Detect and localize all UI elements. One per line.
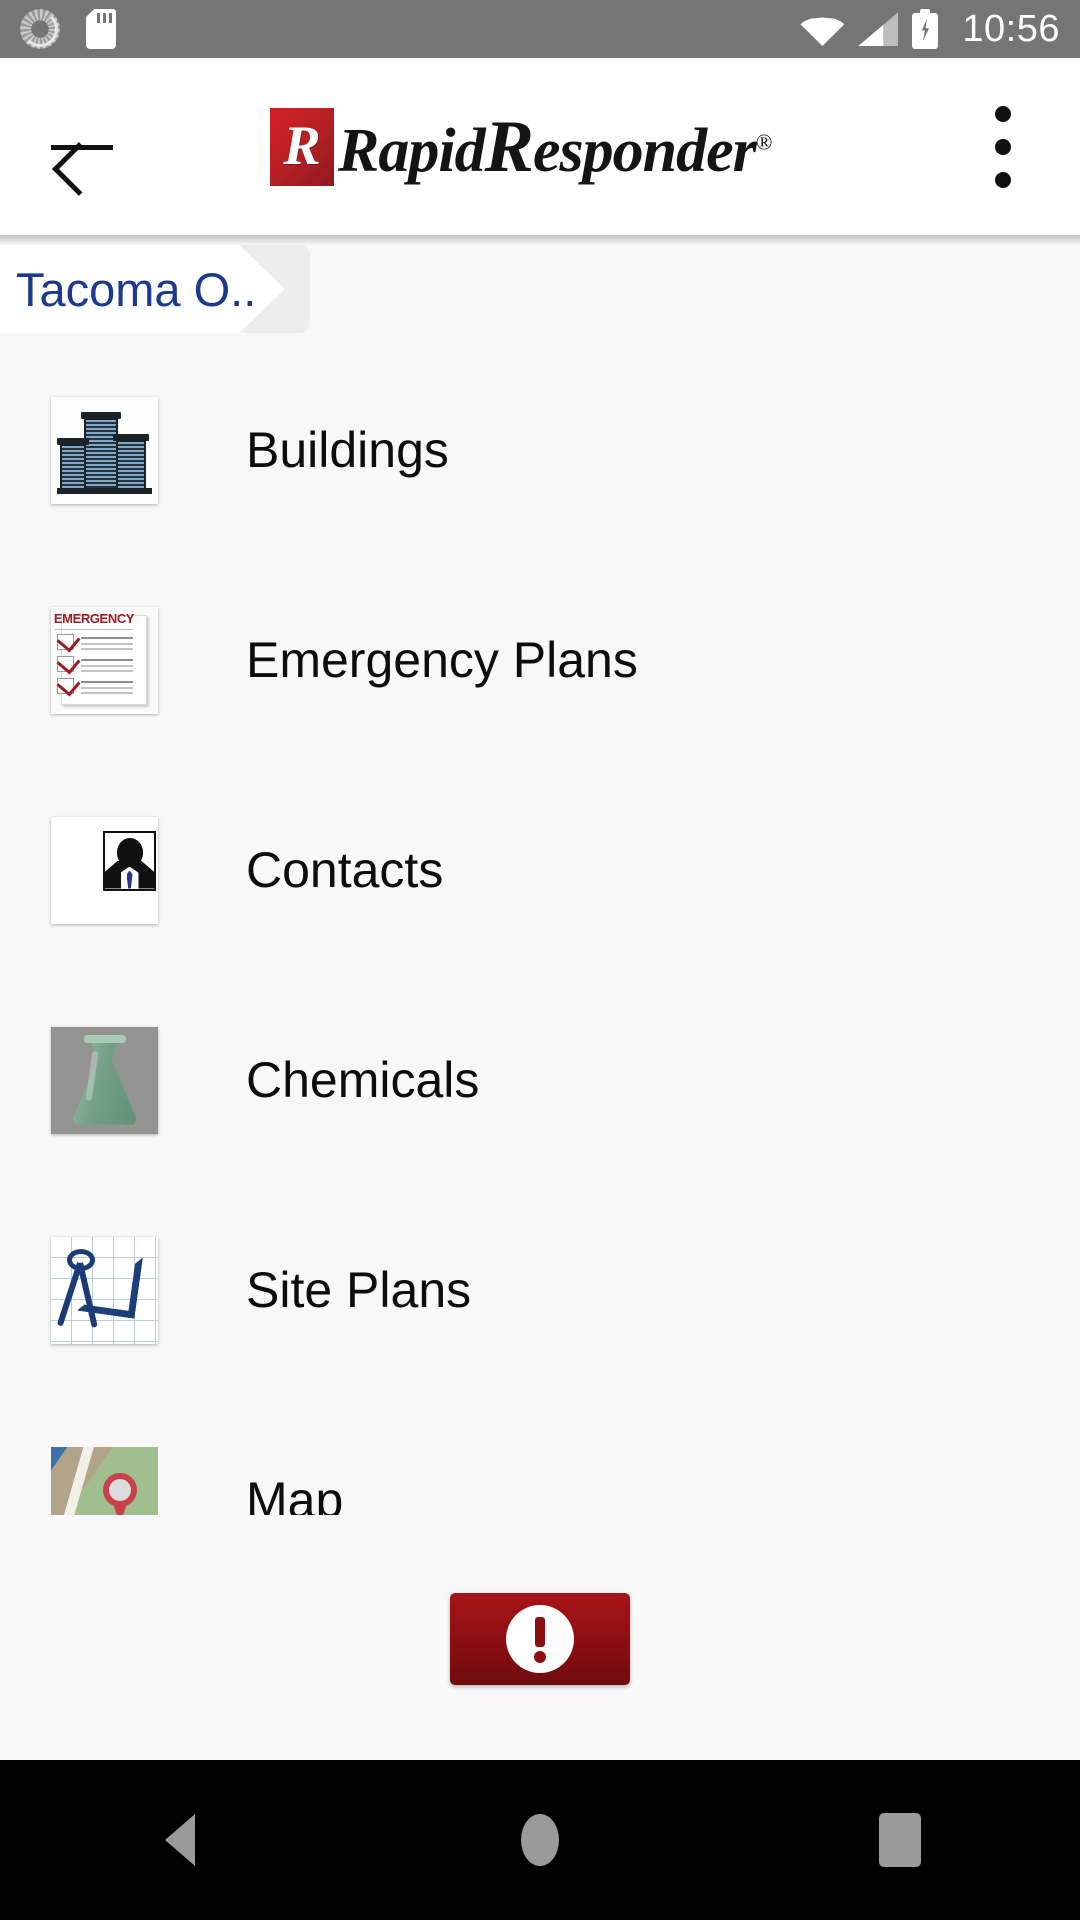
category-list[interactable]: Buildings EMERGENCY Emergency Plans Cont… [0, 345, 1080, 1515]
sync-icon [20, 9, 60, 49]
android-navigation-bar [0, 1760, 1080, 1920]
status-bar-clock: 10:56 [962, 7, 1060, 50]
overflow-menu-icon[interactable] [958, 92, 1048, 202]
nav-home-icon [521, 1814, 559, 1866]
app-logo: R RapidResponder® [270, 107, 773, 186]
contacts-icon [51, 816, 158, 924]
back-arrow-icon [51, 121, 113, 173]
back-button[interactable] [22, 87, 142, 207]
logo-word-responder-initial: R [484, 105, 534, 188]
status-bar-right-icons: 10:56 [800, 8, 1060, 51]
nav-recents-button[interactable] [825, 1760, 975, 1920]
list-item-site-plans[interactable]: Site Plans [0, 1185, 1080, 1395]
chemicals-flask-icon [51, 1026, 158, 1134]
status-bar-left-icons [20, 9, 116, 49]
nav-recents-icon [879, 1813, 921, 1867]
breadcrumb-item-tacoma[interactable]: Tacoma O.. [0, 245, 285, 333]
rapid-responder-mark-icon: R [270, 107, 334, 186]
list-item-label: Contacts [246, 842, 444, 898]
logo-word-rapid: Rapid [338, 116, 486, 185]
nav-back-button[interactable] [105, 1760, 255, 1920]
list-item-label: Map [246, 1472, 344, 1515]
cell-signal-icon [858, 12, 898, 46]
sd-card-icon [86, 9, 116, 49]
site-plans-icon [51, 1236, 158, 1344]
battery-charging-icon [912, 9, 939, 49]
status-bar: 10:56 [0, 0, 1080, 58]
footer-bar [0, 1515, 1080, 1760]
logo-mark-letter: R [283, 114, 321, 177]
registered-trademark-icon: ® [755, 128, 773, 154]
emergency-alert-button[interactable] [450, 1593, 630, 1685]
emergency-plans-icon: EMERGENCY [51, 606, 158, 714]
nav-home-button[interactable] [465, 1760, 615, 1920]
list-item-label: Buildings [246, 422, 449, 478]
breadcrumb-shell: Tacoma O.. [0, 245, 310, 333]
list-item-buildings[interactable]: Buildings [0, 345, 1080, 555]
breadcrumb: Tacoma O.. [0, 245, 1080, 333]
nav-back-icon [165, 1814, 195, 1866]
map-icon [51, 1446, 158, 1515]
exclamation-circle-icon [506, 1605, 574, 1673]
app-logo-text: RapidResponder® [338, 110, 773, 185]
wifi-icon [800, 12, 844, 46]
list-item-chemicals[interactable]: Chemicals [0, 975, 1080, 1185]
list-item-map[interactable]: Map [0, 1395, 1080, 1515]
list-item-emergency-plans[interactable]: EMERGENCY Emergency Plans [0, 555, 1080, 765]
logo-word-responder-rest: esponder [532, 116, 757, 185]
buildings-icon [51, 396, 158, 504]
app-bar: R RapidResponder® [0, 58, 1080, 245]
emergency-plans-icon-title: EMERGENCY [53, 610, 135, 626]
breadcrumb-item-label: Tacoma O.. [16, 262, 257, 316]
list-item-label: Chemicals [246, 1052, 480, 1108]
list-item-contacts[interactable]: Contacts [0, 765, 1080, 975]
list-item-label: Site Plans [246, 1262, 472, 1318]
list-item-label: Emergency Plans [246, 632, 638, 688]
